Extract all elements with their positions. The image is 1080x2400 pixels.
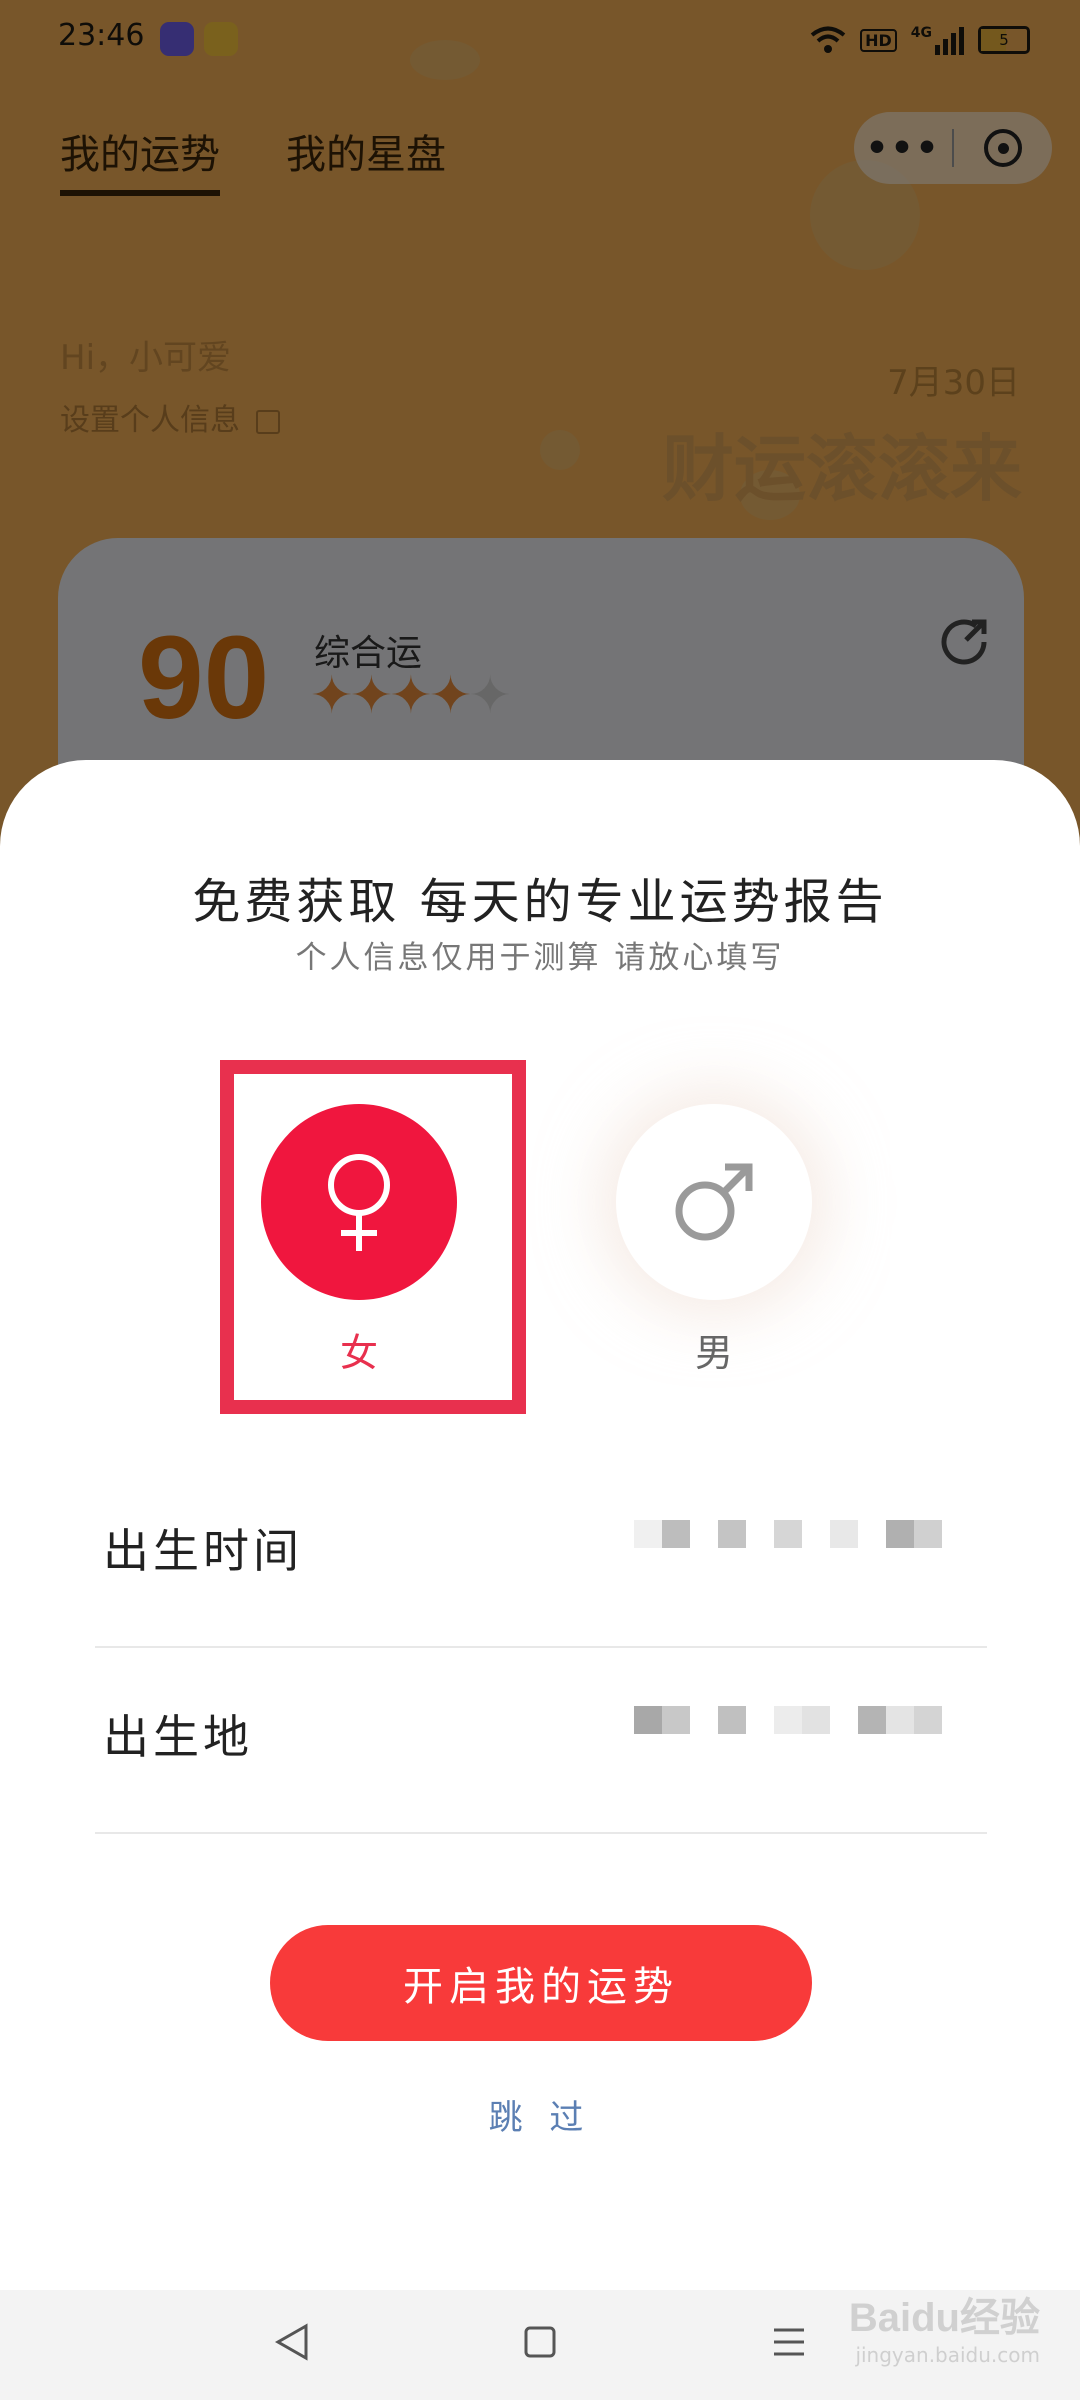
birth-place-field[interactable]: 出生地 — [95, 1646, 987, 1834]
watermark-sub: jingyan.baidu.com — [855, 2343, 1040, 2367]
female-circle — [261, 1104, 457, 1300]
male-circle — [616, 1104, 812, 1300]
gender-label-male: 男 — [694, 1331, 733, 1375]
home-icon[interactable] — [522, 2320, 558, 2364]
gender-label-female: 女 — [339, 1331, 378, 1375]
back-icon[interactable] — [272, 2320, 312, 2364]
birth-place-label: 出生地 — [103, 1710, 253, 1764]
gender-option-female[interactable]: 女 — [259, 1104, 459, 1377]
menu-icon[interactable] — [770, 2320, 808, 2364]
birth-time-label: 出生时间 — [103, 1524, 303, 1578]
baidu-watermark: Baidu经验 jingyan.baidu.com — [849, 2285, 1040, 2367]
birth-place-value-obscured — [634, 1706, 942, 1734]
birth-time-field[interactable]: 出生时间 — [95, 1460, 987, 1648]
male-icon — [675, 1163, 753, 1241]
start-fortune-button[interactable]: 开启我的运势 — [270, 1925, 812, 2041]
skip-link[interactable]: 跳 过 — [0, 2090, 1080, 2139]
female-icon — [328, 1154, 390, 1251]
gender-option-male[interactable]: 男 — [614, 1104, 814, 1377]
sheet-subtitle: 个人信息仅用于测算 请放心填写 — [295, 940, 785, 976]
watermark-main: Baidu经验 — [848, 2296, 1040, 2340]
birth-time-value-obscured — [634, 1520, 942, 1548]
sheet-title: 免费获取 每天的专业运势报告 — [192, 874, 888, 930]
